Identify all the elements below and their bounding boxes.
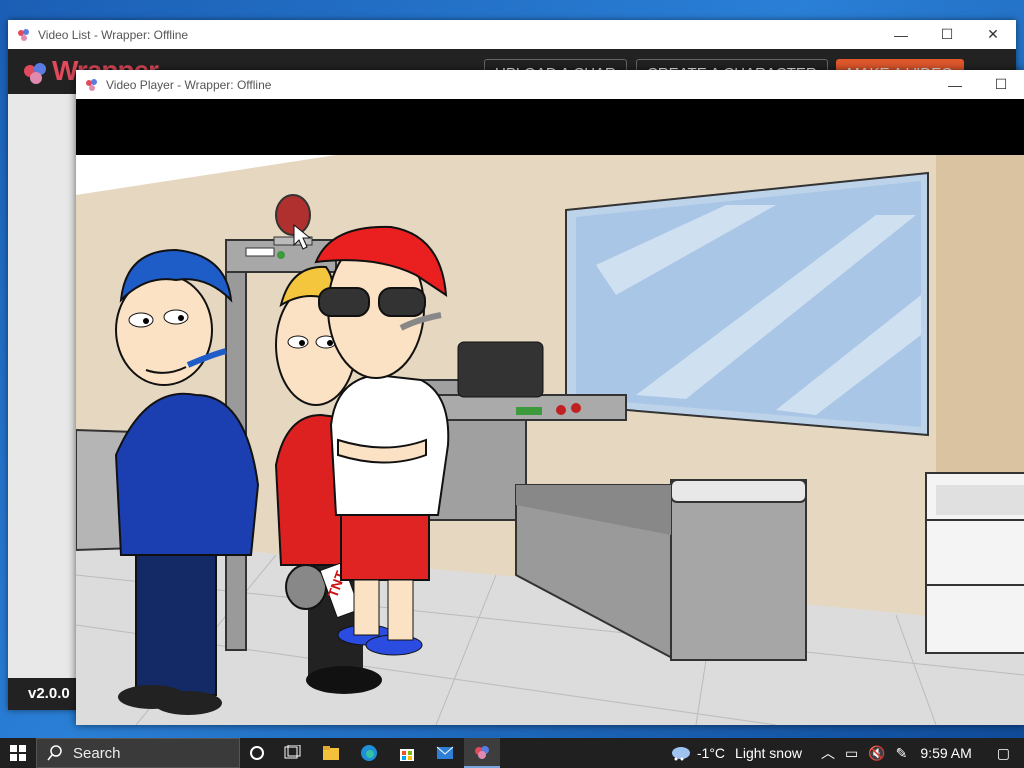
weather-temperature[interactable]: -1°C xyxy=(697,745,725,761)
edge-button[interactable] xyxy=(350,738,388,768)
store-icon xyxy=(400,749,414,761)
store-button[interactable] xyxy=(388,738,426,768)
start-button[interactable] xyxy=(0,738,36,768)
cortana-icon xyxy=(250,746,264,760)
video-list-titlebar[interactable]: Video List - Wrapper: Offline — ☐ ✕ xyxy=(8,20,1016,49)
wrapper-logo-icon xyxy=(24,62,46,84)
search-icon xyxy=(47,745,62,761)
system-tray: -1°C Light snow ︿ ▭ 🔇 ✎ 9:59 AM ▢ xyxy=(670,738,1024,768)
taskbar-search-box[interactable]: Search xyxy=(36,738,240,768)
wrapper-taskbar-button[interactable] xyxy=(464,738,500,768)
video-player-title: Video Player - Wrapper: Offline xyxy=(106,77,272,92)
taskbar: Search -1°C Light snow ︿ ▭ 🔇 ✎ 9:59 AM ▢ xyxy=(0,738,1024,768)
wrapper-app-icon xyxy=(475,746,489,759)
wrapper-app-icon xyxy=(86,78,97,91)
minimize-button[interactable]: — xyxy=(878,20,924,49)
wrapper-app-icon xyxy=(18,28,29,41)
video-player-window[interactable]: Video Player - Wrapper: Offline — ☐ TNT xyxy=(76,70,1024,725)
volume-muted-icon[interactable]: 🔇 xyxy=(868,745,885,762)
close-button[interactable]: ✕ xyxy=(970,20,1016,49)
alarm-light xyxy=(275,194,311,236)
notification-icon[interactable]: ▢ xyxy=(997,745,1010,762)
network-icon[interactable]: ▭ xyxy=(845,745,858,762)
minimize-button[interactable]: — xyxy=(932,70,978,99)
folder-icon xyxy=(323,746,339,760)
video-list-side-panel xyxy=(8,94,78,710)
task-view-icon xyxy=(284,745,301,759)
video-player-titlebar[interactable]: Video Player - Wrapper: Offline — ☐ xyxy=(76,70,1024,99)
shelf xyxy=(925,472,1024,654)
pen-icon[interactable]: ✎ xyxy=(896,745,908,762)
task-view-button[interactable] xyxy=(274,738,312,768)
file-explorer-button[interactable] xyxy=(312,738,350,768)
show-hidden-icons-icon[interactable]: ︿ xyxy=(821,743,835,763)
video-scene[interactable]: TNT xyxy=(76,155,1024,725)
mail-icon xyxy=(436,746,454,759)
clock[interactable]: 9:59 AM xyxy=(920,745,971,761)
maximize-button[interactable]: ☐ xyxy=(924,20,970,49)
maximize-button[interactable]: ☐ xyxy=(978,70,1024,99)
windows-logo-icon xyxy=(10,745,26,761)
video-list-title: Video List - Wrapper: Offline xyxy=(38,27,189,42)
mail-button[interactable] xyxy=(426,738,464,768)
weather-snow-icon[interactable] xyxy=(670,745,692,761)
task-view-cortana-button[interactable] xyxy=(240,738,274,768)
search-placeholder: Search xyxy=(73,744,121,762)
edge-icon xyxy=(361,745,377,761)
weather-condition[interactable]: Light snow xyxy=(735,745,802,761)
video-player-area[interactable]: TNT xyxy=(76,99,1024,725)
